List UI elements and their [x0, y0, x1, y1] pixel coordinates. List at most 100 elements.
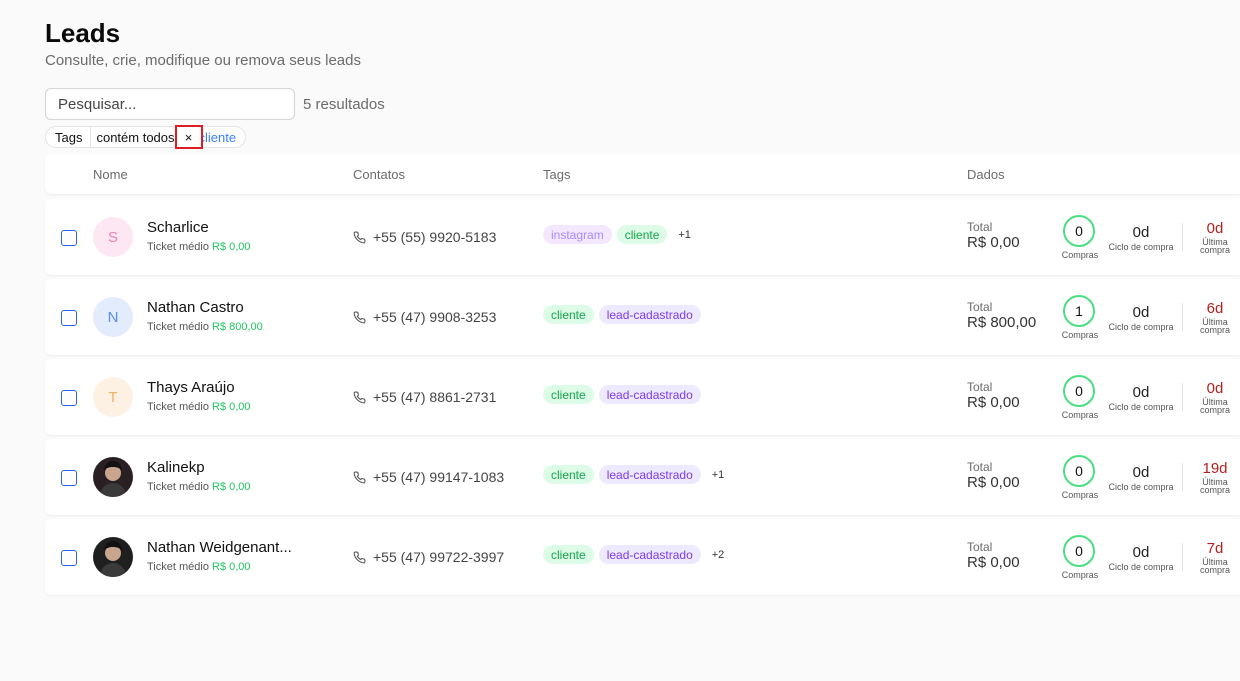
tag-chip[interactable]: cliente — [543, 305, 594, 324]
avatar: N — [93, 297, 133, 337]
tag-list: cliente lead-cadastrado +2 — [543, 545, 731, 564]
total-label: Total — [967, 540, 993, 554]
last-purchase-label: Última compra — [1195, 318, 1235, 335]
page-subtitle: Consulte, crie, modifique ou remova seus… — [45, 52, 361, 69]
cycle-value: 0d — [1132, 224, 1150, 241]
cycle-value: 0d — [1132, 464, 1150, 481]
purchases-count: 0 — [1063, 215, 1095, 247]
lead-name[interactable]: Nathan Castro — [147, 299, 244, 316]
purchases-count: 0 — [1063, 455, 1095, 487]
purchases-count: 0 — [1063, 535, 1095, 567]
phone-number[interactable]: +55 (47) 99147-1083 — [373, 469, 504, 485]
tag-chip[interactable]: cliente — [543, 385, 594, 404]
phone-icon — [353, 471, 366, 484]
more-tags-badge[interactable]: +1 — [672, 225, 697, 244]
more-tags-badge[interactable]: +1 — [705, 465, 731, 484]
avatar-photo — [99, 461, 127, 497]
tag-chip[interactable]: cliente — [543, 465, 594, 484]
tag-list: instagram cliente +1 — [543, 225, 697, 244]
filter-value[interactable]: cliente — [199, 127, 246, 147]
filter-chip[interactable]: Tags contém todos × cliente — [45, 125, 247, 149]
avatar-initial: T — [108, 388, 118, 406]
divider — [1182, 543, 1183, 571]
ticket-value: R$ 0,00 — [212, 561, 251, 573]
last-purchase-value: 7d — [1206, 540, 1224, 557]
divider — [1182, 223, 1183, 251]
column-header-data[interactable]: Dados — [967, 167, 1005, 182]
cycle-label: Ciclo de compra — [1108, 322, 1174, 332]
column-header-tags[interactable]: Tags — [543, 167, 570, 182]
total-value: R$ 0,00 — [967, 394, 1020, 411]
tag-chip[interactable]: instagram — [543, 225, 612, 244]
row-checkbox[interactable] — [61, 230, 77, 246]
phone-number[interactable]: +55 (47) 9908-3253 — [373, 309, 496, 325]
purchases-label: Compras — [1061, 490, 1099, 500]
last-purchase-label: Última compra — [1195, 398, 1235, 415]
filter-operator[interactable]: contém todos — [91, 127, 174, 147]
table-row[interactable]: Nathan Weidgenant... Ticket médio R$ 0,0… — [45, 519, 1240, 595]
cycle-label: Ciclo de compra — [1108, 402, 1174, 412]
avatar: T — [93, 377, 133, 417]
lead-name[interactable]: Kalinekp — [147, 459, 205, 476]
total-value: R$ 0,00 — [967, 234, 1020, 251]
row-checkbox[interactable] — [61, 390, 77, 406]
last-purchase-value: 19d — [1202, 460, 1228, 477]
total-label: Total — [967, 380, 993, 394]
phone-icon — [353, 391, 366, 404]
tag-chip[interactable]: cliente — [616, 225, 668, 244]
ticket-medio: Ticket médio R$ 0,00 — [147, 561, 251, 573]
phone-number[interactable]: +55 (47) 8861-2731 — [373, 389, 496, 405]
total-value: R$ 800,00 — [967, 314, 1037, 331]
table-row[interactable]: N Nathan Castro Ticket médio R$ 800,00 +… — [45, 279, 1240, 355]
table-row[interactable]: Kalinekp Ticket médio R$ 0,00 +55 (47) 9… — [45, 439, 1240, 515]
table-row[interactable]: S Scharlice Ticket médio R$ 0,00 +55 (55… — [45, 199, 1240, 275]
more-tags-badge[interactable]: +2 — [705, 545, 731, 564]
row-checkbox[interactable] — [61, 310, 77, 326]
tag-list: cliente lead-cadastrado — [543, 305, 701, 324]
last-purchase-label: Última compra — [1195, 558, 1235, 575]
ticket-medio: Ticket médio R$ 0,00 — [147, 241, 251, 253]
last-purchase-label-2: compra — [1199, 325, 1230, 335]
tag-chip[interactable]: cliente — [543, 545, 594, 564]
last-purchase-value: 0d — [1206, 220, 1224, 237]
filter-field[interactable]: Tags — [46, 127, 92, 147]
avatar — [93, 537, 133, 577]
search-input[interactable] — [45, 88, 295, 120]
purchases-label: Compras — [1061, 330, 1099, 340]
last-purchase-label: Última compra — [1195, 238, 1235, 255]
cycle-label: Ciclo de compra — [1108, 482, 1174, 492]
ticket-label: Ticket médio — [147, 561, 209, 573]
tag-chip[interactable]: lead-cadastrado — [598, 465, 701, 484]
lead-name[interactable]: Nathan Weidgenant... — [147, 539, 292, 556]
ticket-label: Ticket médio — [147, 481, 209, 493]
lead-name[interactable]: Scharlice — [147, 219, 209, 236]
avatar-initial: N — [107, 308, 119, 326]
tag-list: cliente lead-cadastrado +1 — [543, 465, 731, 484]
filter-remove-button[interactable]: × — [174, 125, 203, 149]
tag-chip[interactable]: lead-cadastrado — [598, 385, 701, 404]
avatar: S — [93, 217, 133, 257]
column-header-contacts[interactable]: Contatos — [353, 167, 405, 182]
phone-number[interactable]: +55 (55) 9920-5183 — [373, 229, 496, 245]
tag-chip[interactable]: lead-cadastrado — [598, 545, 701, 564]
cycle-value: 0d — [1132, 304, 1150, 321]
cycle-label: Ciclo de compra — [1108, 562, 1174, 572]
purchases-count: 0 — [1063, 375, 1095, 407]
total-label: Total — [967, 460, 993, 474]
column-header-name[interactable]: Nome — [93, 167, 128, 182]
lead-name[interactable]: Thays Araújo — [147, 379, 235, 396]
ticket-medio: Ticket médio R$ 800,00 — [147, 321, 263, 333]
close-icon: × — [184, 129, 193, 145]
row-checkbox[interactable] — [61, 550, 77, 566]
divider — [1182, 463, 1183, 491]
last-purchase-label-2: compra — [1199, 565, 1230, 575]
purchases-label: Compras — [1061, 410, 1099, 420]
tag-chip[interactable]: lead-cadastrado — [598, 305, 701, 324]
ticket-value: R$ 800,00 — [212, 321, 263, 333]
phone-number[interactable]: +55 (47) 99722-3997 — [373, 549, 504, 565]
ticket-medio: Ticket médio R$ 0,00 — [147, 401, 251, 413]
last-purchase-label: Última compra — [1195, 478, 1235, 495]
table-row[interactable]: T Thays Araújo Ticket médio R$ 0,00 +55 … — [45, 359, 1240, 435]
ticket-value: R$ 0,00 — [212, 241, 251, 253]
row-checkbox[interactable] — [61, 470, 77, 486]
